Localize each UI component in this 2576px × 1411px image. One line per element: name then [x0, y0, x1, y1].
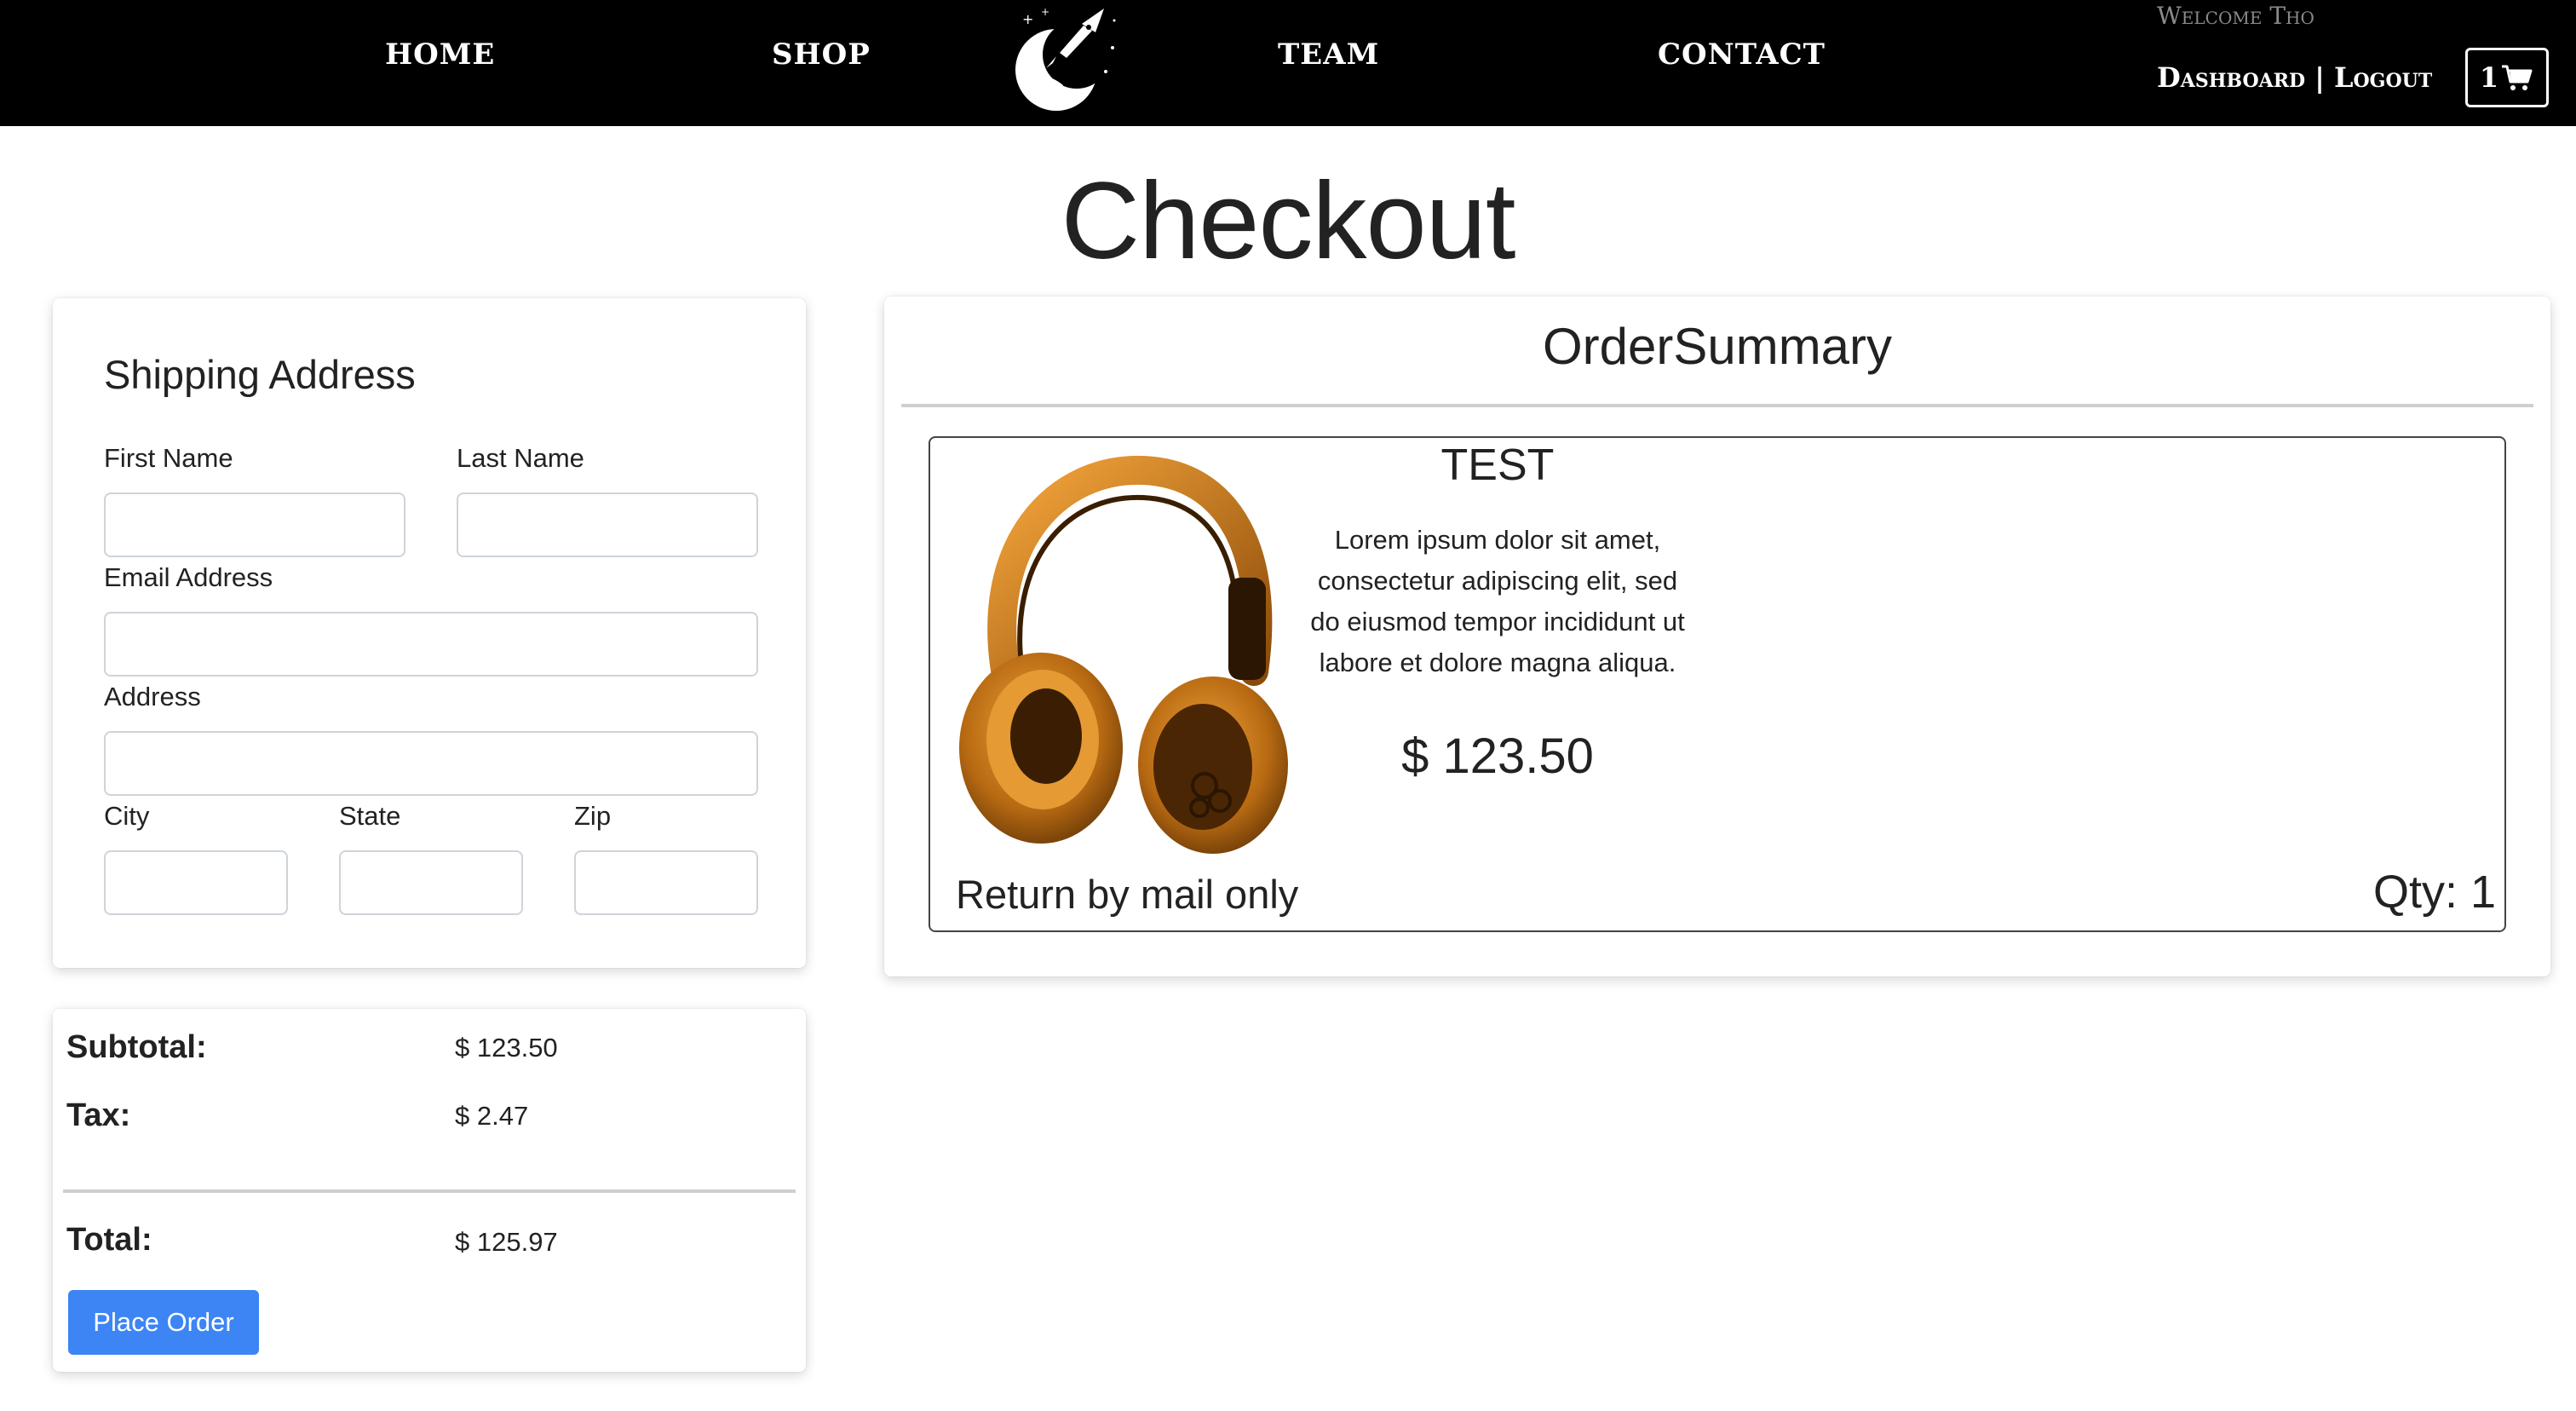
shipping-address-card: Shipping Address First Name Last Name Em… — [53, 298, 806, 968]
zip-input[interactable] — [574, 850, 758, 915]
svg-text:+: + — [1022, 11, 1033, 27]
nav-separator: | — [2314, 61, 2325, 94]
return-policy: Return by mail only — [956, 872, 1299, 917]
nav-shop-link[interactable]: SHOP — [772, 37, 871, 72]
zip-label: Zip — [574, 801, 612, 831]
subtotal-label: Subtotal: — [66, 1029, 207, 1065]
total-label: Total: — [66, 1222, 152, 1258]
page-title: Checkout — [1061, 160, 1516, 282]
order-summary-card: OrderSummary TEST Lorem ipsum dolor sit … — [884, 297, 2550, 976]
first-name-label: First Name — [104, 443, 233, 473]
user-links: Dashboard | Logout — [2157, 61, 2432, 94]
address-label: Address — [104, 682, 201, 711]
cart-button[interactable]: 1 — [2465, 48, 2549, 107]
nav-contact-link[interactable]: CONTACT — [1658, 37, 1826, 72]
order-summary-heading: OrderSummary — [1542, 318, 1893, 375]
welcome-text: Welcome Tho — [2157, 2, 2314, 30]
nav-home-link[interactable]: HOME — [385, 37, 495, 72]
item-price: $ 123.50 — [1401, 729, 1594, 784]
totals-divider — [63, 1189, 796, 1193]
last-name-input[interactable] — [457, 492, 758, 557]
svg-text:+: + — [1041, 6, 1049, 18]
email-label: Email Address — [104, 562, 273, 592]
cart-count: 1 — [2479, 61, 2499, 94]
city-input[interactable] — [104, 850, 288, 915]
summary-divider — [901, 404, 2533, 407]
first-name-input[interactable] — [104, 492, 405, 557]
dashboard-link[interactable]: Dashboard — [2157, 61, 2305, 94]
headphones-image — [959, 455, 1288, 854]
navbar: HOME SHOP + + TEAM CONTACT Welcome Tho D… — [0, 0, 2576, 126]
last-name-label: Last Name — [457, 443, 584, 473]
state-input[interactable] — [339, 850, 523, 915]
total-value: $ 125.97 — [455, 1227, 558, 1257]
nav-team-link[interactable]: TEAM — [1278, 37, 1379, 72]
order-totals-card: Subtotal: $ 123.50 Tax: $ 2.47 Total: $ … — [53, 1009, 806, 1372]
moon-rocket-logo-icon[interactable]: + + — [1003, 3, 1124, 114]
email-input[interactable] — [104, 612, 758, 677]
tax-label: Tax: — [66, 1097, 131, 1133]
shipping-heading: Shipping Address — [104, 352, 416, 397]
city-label: City — [104, 801, 150, 831]
state-label: State — [339, 801, 401, 831]
place-order-button[interactable]: Place Order — [68, 1290, 259, 1355]
address-input[interactable] — [104, 731, 758, 796]
order-item: TEST Lorem ipsum dolor sit amet, consect… — [929, 436, 2506, 932]
shopping-cart-icon — [2502, 65, 2533, 90]
tax-value: $ 2.47 — [455, 1101, 529, 1131]
item-name: TEST — [1440, 441, 1555, 490]
subtotal-value: $ 123.50 — [455, 1033, 558, 1063]
item-quantity: Qty: 1 — [2372, 867, 2496, 918]
item-description: Lorem ipsum dolor sit amet, consectetur … — [1310, 525, 1685, 677]
logout-link[interactable]: Logout — [2334, 61, 2432, 94]
